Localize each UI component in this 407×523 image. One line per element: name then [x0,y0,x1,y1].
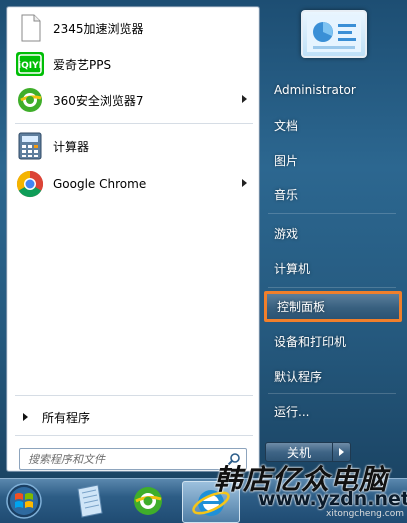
search-box [19,448,247,470]
programs-pane: 2345加速浏览器 iQIYI 爱奇艺PPS 360安全浏览器7 计算器 Goo… [6,6,260,472]
divider [268,393,396,394]
right-item-default-programs[interactable]: 默认程序 [264,363,402,389]
right-item-administrator[interactable]: Administrator [264,77,402,103]
shutdown-group: 关机 [265,442,351,462]
search-icon[interactable] [227,452,241,466]
taskbar [0,478,407,523]
program-label: Google Chrome [53,177,147,191]
right-item-run[interactable]: 运行... [264,398,402,424]
right-item-documents[interactable]: 文档 [264,112,402,138]
search-input[interactable] [26,451,225,467]
divider [268,287,396,288]
right-item-computer[interactable]: 计算机 [264,255,402,281]
start-menu: 2345加速浏览器 iQIYI 爱奇艺PPS 360安全浏览器7 计算器 Goo… [0,0,407,478]
start-orb-icon[interactable] [4,482,44,520]
divider [15,435,253,436]
notepad-icon[interactable] [64,481,116,521]
triangle-right-icon [339,448,344,456]
all-programs-label: 所有程序 [42,410,91,425]
program-label: 计算器 [53,139,90,154]
program-iqiyi-pps[interactable]: iQIYI 爱奇艺PPS [11,47,255,81]
program-google-chrome[interactable]: Google Chrome [11,167,255,201]
program-label: 360安全浏览器7 [53,93,144,108]
right-item-devices-and-printers[interactable]: 设备和打印机 [264,328,402,354]
submenu-arrow-icon [242,95,247,103]
shutdown-options-button[interactable] [333,442,351,462]
divider [15,123,253,124]
divider [15,395,253,396]
360-browser-icon [18,88,42,112]
chrome-icon [16,170,44,198]
right-item-pictures[interactable]: 图片 [264,147,402,173]
iqiyi-icon: iQIYI [16,52,44,76]
program-label: 爱奇艺PPS [53,57,112,72]
user-picture[interactable] [301,10,367,58]
all-programs-button[interactable]: 所有程序 [11,404,255,430]
right-item-games[interactable]: 游戏 [264,220,402,246]
control-panel-picture-icon [307,16,361,52]
right-item-music[interactable]: 音乐 [264,181,402,207]
calculator-icon [18,132,42,160]
submenu-arrow-icon [242,179,247,187]
svg-text:iQIYI: iQIYI [18,61,42,71]
program-360-browser[interactable]: 360安全浏览器7 [11,83,255,117]
triangle-right-icon [23,413,28,421]
360-browser-icon[interactable] [122,481,174,521]
right-item-control-panel[interactable]: 控制面板 [264,291,402,322]
program-2345-browser[interactable]: 2345加速浏览器 [11,11,255,45]
ie-icon[interactable] [182,481,240,523]
blank-page-icon [21,14,41,42]
shutdown-button[interactable]: 关机 [265,442,333,462]
program-calculator[interactable]: 计算器 [11,129,255,163]
program-label: 2345加速浏览器 [53,21,144,36]
divider [268,213,396,214]
